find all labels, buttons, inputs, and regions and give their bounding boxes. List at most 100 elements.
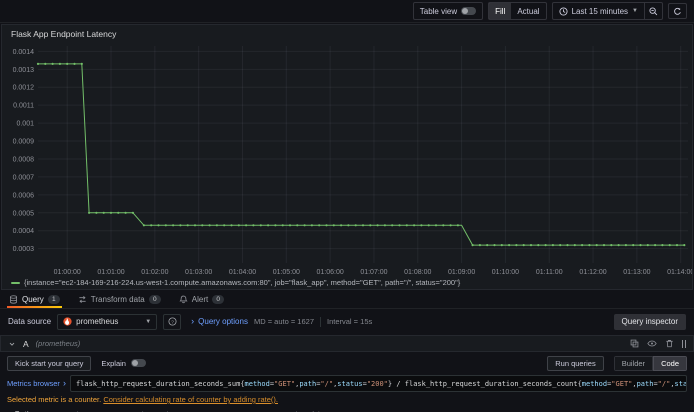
- svg-text:01:02:00: 01:02:00: [141, 269, 168, 276]
- transform-icon: [78, 295, 87, 304]
- promql-expression: flask_http_request_duration_seconds_sum{…: [75, 379, 687, 388]
- interval-summary: Interval = 15s: [327, 317, 373, 326]
- metrics-browser-label: Metrics browser: [7, 379, 60, 388]
- query-row-header[interactable]: A (prometheus): [0, 335, 694, 352]
- code-mode-button[interactable]: Code: [653, 355, 687, 371]
- svg-text:01:14:00: 01:14:00: [667, 269, 692, 276]
- query-options-row: › Options Legend: Auto Format: Time seri…: [0, 404, 694, 412]
- warning-text: Selected metric is a counter.: [7, 395, 102, 404]
- query-editor-card: A (prometheus) Kick start your query Exp…: [0, 335, 694, 412]
- svg-text:0.0009: 0.0009: [13, 139, 35, 146]
- grafana-panel-edit-screen: Table view Fill Actual Last 15 minutes ▼: [0, 0, 694, 412]
- legend-swatch[interactable]: [11, 281, 20, 284]
- tab-transform-data[interactable]: Transform data 0: [78, 291, 161, 308]
- promql-input[interactable]: flask_http_request_duration_seconds_sum{…: [69, 375, 687, 392]
- table-view-group: Table view: [412, 2, 484, 20]
- svg-text:?: ?: [171, 319, 174, 325]
- refresh-icon: [673, 7, 682, 16]
- datasource-label: Data source: [8, 317, 52, 326]
- drag-handle-icon[interactable]: [681, 339, 686, 348]
- explain-switch[interactable]: [130, 359, 146, 367]
- tab-query-label: Query: [22, 295, 44, 304]
- table-view-switch[interactable]: [461, 7, 477, 15]
- panel-title: Flask App Endpoint Latency: [11, 29, 117, 39]
- eye-icon[interactable]: [646, 339, 657, 348]
- svg-text:0.0011: 0.0011: [13, 103, 34, 110]
- svg-text:01:11:00: 01:11:00: [536, 269, 563, 276]
- query-datasource-hint: (prometheus): [35, 339, 81, 348]
- query-ref-id: A: [23, 338, 29, 349]
- chevron-down-icon: ▼: [145, 318, 152, 325]
- query-options-label: Query options: [198, 317, 248, 326]
- builder-mode-button[interactable]: Builder: [613, 355, 654, 371]
- run-queries-button[interactable]: Run queries: [547, 355, 604, 371]
- duplicate-icon[interactable]: [630, 339, 639, 348]
- tab-alert[interactable]: Alert 0: [179, 291, 225, 308]
- svg-text:0.001: 0.001: [16, 121, 34, 128]
- svg-text:0.0012: 0.0012: [13, 85, 35, 92]
- tab-query[interactable]: Query 1: [7, 291, 62, 308]
- clock-icon: [559, 6, 568, 16]
- svg-text:01:04:00: 01:04:00: [229, 269, 256, 276]
- chevron-down-icon[interactable]: [8, 340, 16, 348]
- datasource-help-button[interactable]: ?: [163, 313, 182, 330]
- query-editor-row: Metrics browser › flask_http_request_dur…: [7, 375, 687, 392]
- table-view-toggle[interactable]: Table view: [414, 3, 482, 19]
- prometheus-icon: [63, 317, 72, 326]
- latency-panel: Flask App Endpoint Latency 0.0003 0.0004 0…: [1, 24, 693, 290]
- query-inspector-button[interactable]: Query inspector: [613, 313, 686, 330]
- warning-rate-link[interactable]: Consider calculating rate of counter by …: [103, 395, 278, 404]
- svg-text:0.0014: 0.0014: [13, 49, 35, 56]
- time-range-picker[interactable]: Last 15 minutes ▼: [553, 3, 644, 19]
- trash-icon[interactable]: [665, 339, 674, 348]
- counter-warning: Selected metric is a counter. Consider c…: [0, 392, 694, 404]
- time-range-label: Last 15 minutes: [571, 6, 629, 16]
- svg-text:0.0013: 0.0013: [13, 67, 35, 74]
- svg-text:01:06:00: 01:06:00: [317, 269, 344, 276]
- metrics-browser-toggle[interactable]: Metrics browser ›: [7, 375, 66, 392]
- table-view-label: Table view: [419, 6, 458, 16]
- svg-text:01:00:00: 01:00:00: [54, 269, 81, 276]
- datasource-name: prometheus: [76, 317, 119, 326]
- fill-button[interactable]: Fill: [489, 3, 512, 19]
- fill-actual-group: Fill Actual: [488, 2, 547, 20]
- max-datapoints-summary: MD = auto = 1627: [253, 317, 314, 326]
- svg-text:0.0007: 0.0007: [13, 174, 35, 181]
- actual-button[interactable]: Actual: [511, 3, 545, 19]
- svg-text:0.0008: 0.0008: [13, 156, 35, 163]
- refresh-button[interactable]: [668, 3, 687, 19]
- chevron-right-icon: ›: [62, 378, 66, 388]
- kick-start-query-button[interactable]: Kick start your query: [7, 355, 92, 371]
- editor-mode-switch: Builder Code: [613, 355, 687, 371]
- svg-text:01:03:00: 01:03:00: [185, 269, 212, 276]
- svg-text:01:07:00: 01:07:00: [360, 269, 387, 276]
- bell-icon: [179, 295, 188, 304]
- query-row-actions: [630, 339, 686, 348]
- svg-text:0.0004: 0.0004: [13, 228, 35, 235]
- svg-text:01:13:00: 01:13:00: [623, 269, 650, 276]
- legend-label[interactable]: {instance="ec2-184-169-216-224.us-west-1…: [24, 278, 460, 287]
- top-toolbar: Table view Fill Actual Last 15 minutes ▼: [0, 0, 694, 23]
- tab-alert-count: 0: [212, 295, 225, 304]
- tab-query-count: 1: [47, 295, 60, 304]
- datasource-row: Data source prometheus ▼ ? › Query optio…: [0, 311, 694, 332]
- chevron-down-icon: ▼: [632, 8, 638, 14]
- tab-transform-count: 0: [148, 295, 161, 304]
- svg-text:01:12:00: 01:12:00: [579, 269, 606, 276]
- tab-transform-label: Transform data: [90, 295, 145, 304]
- explain-label: Explain: [101, 358, 126, 368]
- tab-alert-label: Alert: [191, 295, 209, 304]
- datasource-picker[interactable]: prometheus ▼: [57, 313, 158, 330]
- latency-chart[interactable]: 0.0003 0.0004 0.0005 0.0006 0.0007 0.0008 0.00…: [2, 41, 692, 277]
- svg-text:0.0003: 0.0003: [13, 246, 35, 253]
- query-toolbar: Kick start your query Explain Run querie…: [0, 355, 694, 371]
- database-icon: [9, 295, 18, 304]
- explain-toggle[interactable]: Explain: [101, 359, 146, 368]
- zoom-out-button[interactable]: [644, 3, 662, 19]
- chevron-right-icon: ›: [191, 316, 195, 326]
- svg-text:01:08:00: 01:08:00: [404, 269, 431, 276]
- query-options-toggle[interactable]: › Query options: [191, 316, 248, 327]
- svg-text:0.0005: 0.0005: [13, 210, 35, 217]
- panel-edit-tabs: Query 1 Transform data 0 Alert 0: [0, 291, 694, 309]
- svg-text:0.0006: 0.0006: [13, 192, 35, 199]
